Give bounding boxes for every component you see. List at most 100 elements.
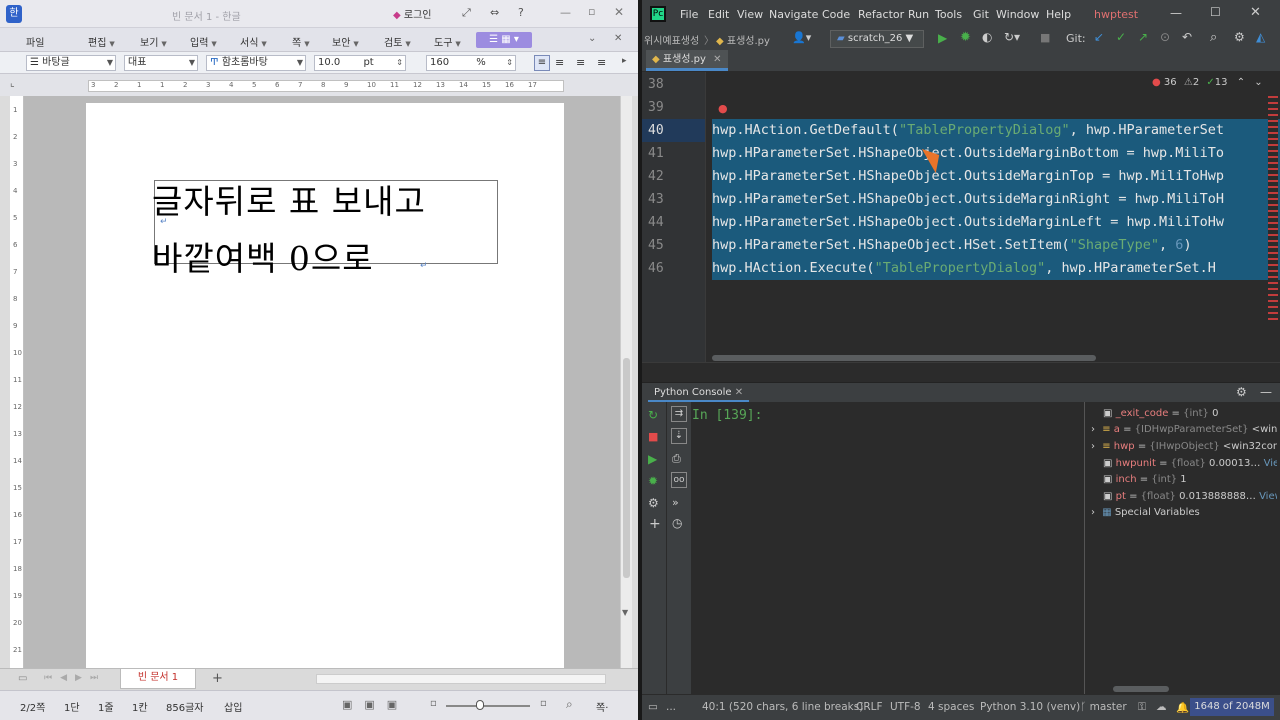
print-icon[interactable]: ⎙ — [672, 452, 681, 466]
console-hide-icon[interactable]: — — [1260, 385, 1272, 399]
close-tab-icon[interactable]: ✕ — [713, 54, 721, 65]
git-commit-icon[interactable]: ✓ — [1116, 30, 1126, 44]
menu-review[interactable]: 검토 ▼ — [384, 34, 411, 49]
run-button[interactable]: ▶ — [938, 31, 947, 45]
git-update-icon[interactable]: ↙ — [1094, 30, 1104, 44]
breadcrumb-folder[interactable]: 위시예표생성 — [644, 32, 699, 47]
git-push-icon[interactable]: ↗ — [1138, 30, 1148, 44]
debug-button[interactable]: ✹ — [960, 30, 971, 45]
show-vars-icon[interactable]: oo — [671, 472, 687, 488]
git-branch[interactable]: ᚴ master — [1080, 701, 1127, 713]
error-stripe[interactable] — [1268, 92, 1278, 324]
variable-row[interactable]: ▣ inch = {int} 1 — [1091, 474, 1277, 485]
ide-menu-window[interactable]: Window — [996, 8, 1039, 21]
coverage-button[interactable]: ◐ — [982, 30, 992, 44]
variable-row[interactable]: ▣ _exit_code = {int} 0 — [1091, 408, 1277, 419]
cloud-icon[interactable]: ☁ — [1156, 701, 1167, 713]
editor-hscrollbar[interactable] — [712, 355, 1096, 361]
variable-row[interactable]: ▣ pt = {float} 0.013888888… View — [1091, 491, 1277, 502]
debug-icon[interactable]: ✹ — [648, 474, 658, 488]
ide-menu-tools[interactable]: Tools — [935, 8, 962, 21]
soft-wrap-icon[interactable]: ⇉ — [671, 406, 687, 422]
help-icon[interactable]: ? — [518, 6, 524, 19]
lock-icon[interactable]: ⚿ — [1138, 701, 1146, 714]
ide-update-icon[interactable]: ◭ — [1256, 30, 1265, 44]
ide-menu-navigate[interactable]: Navigate — [769, 8, 818, 21]
font-select[interactable]: Ͳ 함초롬바탕 ▼ — [206, 55, 306, 71]
view-mode-icons[interactable]: ▣▣▣ — [342, 698, 409, 711]
ide-menu-help[interactable]: Help — [1046, 8, 1071, 21]
menu-file[interactable]: 파일 — [26, 34, 44, 49]
more-tools-icon[interactable]: ▸ — [622, 56, 627, 66]
document-tab[interactable]: 빈 문서 1 — [120, 669, 196, 689]
history-icon[interactable]: ◷ — [672, 516, 682, 530]
menu-format[interactable]: 서식 ▼ — [240, 34, 267, 49]
vertical-ruler[interactable]: 1 2 3 4 5 6 7 8 9 10 11 12 13 14 15 16 17 18 19 20 21 — [10, 96, 24, 668]
language-select[interactable]: 대표 ▼ — [124, 55, 198, 71]
interpreter[interactable]: Python 3.10 (venv) — [980, 701, 1080, 713]
style-select[interactable]: ☰ 바탕글 ▼ — [26, 55, 116, 71]
stop-button[interactable]: ■ — [1040, 31, 1050, 44]
inspection-widget[interactable]: ● 36 ⚠2 ✓13 ⌃ ⌄ — [1152, 77, 1263, 88]
align-justify-button[interactable]: ≡ — [534, 55, 550, 71]
font-size-input[interactable]: 10.0 pt ⇕ — [314, 55, 406, 71]
ide-minimize-button[interactable]: — — [1170, 6, 1182, 20]
stop-icon[interactable]: ■ — [648, 430, 658, 443]
menu-edit[interactable]: 편집 ▼ — [88, 34, 115, 49]
horizontal-scrollbar[interactable] — [316, 674, 606, 684]
execute-icon[interactable]: ▶ — [648, 452, 657, 466]
intention-bulb-icon[interactable]: ● — [718, 102, 728, 115]
ruler-corner-icon[interactable]: ⌞ — [10, 78, 15, 89]
scroll-end-icon[interactable]: ⇣ — [671, 428, 687, 444]
search-icon[interactable]: ⌕ — [566, 697, 573, 712]
add-tab-button[interactable]: + — [212, 671, 223, 686]
scroll-down-icon[interactable]: ▼ — [622, 608, 628, 617]
code-editor[interactable]: ● 36 ⚠2 ✓13 ⌃ ⌄ ● hwp.HAction.GetDefault… — [706, 72, 1280, 362]
align-left-button[interactable]: ≡ — [555, 56, 564, 69]
variable-row[interactable]: › ≡ hwp = {IHwpObject} <win32com — [1091, 441, 1277, 452]
tab-prev-icons[interactable]: ⏮◀▶⏭ — [44, 673, 106, 683]
ide-menu-run[interactable]: Run — [908, 8, 929, 21]
console-output[interactable]: In [139]: — [692, 402, 1084, 694]
align-right-button[interactable]: ≡ — [597, 56, 606, 69]
menu-page[interactable]: 쪽 ▼ — [292, 34, 310, 49]
ide-menu-code[interactable]: Code — [822, 8, 850, 21]
align-center-button[interactable]: ≡ — [576, 56, 585, 69]
run-config-select[interactable]: ▰ scratch_26 ▼ — [830, 30, 924, 48]
zoom-out-icon[interactable]: ▫ — [430, 698, 437, 709]
notifications-icon[interactable]: 🔔 — [1176, 701, 1189, 714]
menu-insert[interactable]: 입력 ▼ — [190, 34, 217, 49]
caret-position[interactable]: 40:1 (520 chars, 6 line breaks) — [702, 701, 863, 713]
close-button[interactable]: ✕ — [614, 5, 624, 19]
variable-row[interactable]: › ≡ a = {IDHwpParameterSet} <win3 — [1091, 424, 1277, 435]
menu-view[interactable]: 보기 ▼ — [140, 34, 167, 49]
ide-menu-file[interactable]: File — [680, 8, 698, 21]
collapse-ribbon-icon[interactable]: ⌄ — [588, 33, 596, 44]
zoom-slider[interactable] — [446, 705, 530, 707]
zoom-in-icon[interactable]: ▫ — [540, 698, 547, 709]
zoom-slider-thumb[interactable] — [476, 700, 484, 710]
console-settings-icon[interactable]: ⚙ — [1236, 385, 1247, 399]
split-icon[interactable]: ⇔ — [490, 6, 499, 19]
special-variables-row[interactable]: › ▦ Special Variables — [1091, 507, 1277, 518]
memory-indicator[interactable]: 1648 of 2048M — [1190, 698, 1274, 716]
tab-file[interactable]: ◆ 표생성.py ✕ — [646, 50, 728, 71]
settings-icon[interactable]: ⚙ — [1234, 30, 1245, 44]
tab-nav-icon[interactable]: ▭ — [18, 673, 27, 684]
minimize-button[interactable]: — — [560, 6, 571, 19]
console-tab[interactable]: Python Console ✕ — [648, 383, 750, 402]
menu-tools[interactable]: 도구 ▼ — [434, 34, 461, 49]
file-encoding[interactable]: UTF-8 — [890, 701, 921, 713]
git-history-icon[interactable]: ⊙ — [1160, 30, 1170, 44]
variable-row[interactable]: ▣ hwpunit = {float} 0.00013… View — [1091, 458, 1277, 469]
toggle-tool-windows-icon[interactable]: ▭ — [648, 701, 658, 713]
zoom-input[interactable]: 160 % ⇕ — [426, 55, 516, 71]
ide-menu-view[interactable]: View — [737, 8, 763, 21]
hwp-app-icon[interactable]: 한 — [6, 5, 22, 23]
ide-menu-edit[interactable]: Edit — [708, 8, 729, 21]
ide-maximize-button[interactable]: ☐ — [1210, 5, 1221, 19]
profile-button[interactable]: ↻▾ — [1004, 30, 1020, 44]
add-console-icon[interactable]: + — [649, 516, 661, 532]
scroll-thumb[interactable] — [623, 358, 630, 578]
toolbar-toggle-button[interactable]: ☰ ▦ ▾ — [476, 32, 532, 48]
